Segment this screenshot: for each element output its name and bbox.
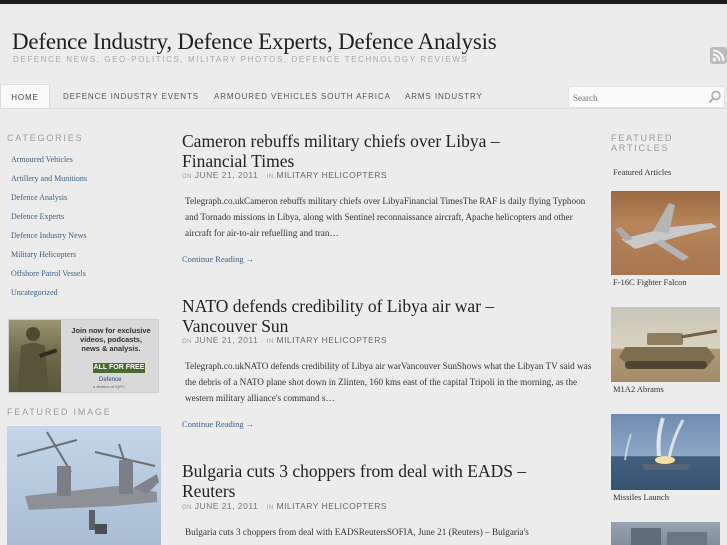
post-category-link[interactable]: MILITARY HELICOPTERS: [276, 335, 387, 345]
ad-cta-badge: ALL FOR FREE: [93, 363, 145, 373]
category-link[interactable]: Armoured Vehicles: [11, 155, 73, 165]
post-date: JUNE 21, 2011: [194, 335, 259, 345]
post-title[interactable]: NATO defends credibility of Libya air wa…: [182, 296, 562, 336]
post-excerpt: Bulgaria cuts 3 choppers from deal with …: [185, 527, 529, 537]
featured-image-widget-title: FEATURED IMAGE: [7, 407, 112, 417]
featured-article-image-missiles[interactable]: [611, 414, 720, 490]
rss-icon[interactable]: [710, 47, 727, 64]
categories-widget-title: CATEGORIES: [7, 133, 84, 143]
meta-on: ON: [182, 505, 192, 511]
post-title-line[interactable]: Bulgaria cuts 3 choppers from deal with …: [182, 461, 562, 481]
featured-article-title[interactable]: F-16C Fighter Falcon: [613, 277, 687, 287]
meta-separator: ·: [261, 173, 264, 180]
category-link[interactable]: Defence Experts: [11, 212, 64, 222]
featured-article-image-ship[interactable]: [611, 522, 720, 545]
widget-title-line: FEATURED: [611, 133, 674, 143]
nav-home[interactable]: HOME: [0, 84, 50, 109]
featured-article-image-f16[interactable]: [611, 191, 720, 275]
header-divider: [0, 108, 727, 109]
featured-article-title[interactable]: M1A2 Abrams: [613, 384, 664, 394]
site-description: DEFENCE NEWS, GEO-POLITICS, MILITARY PHO…: [13, 55, 469, 64]
soldier-image: [9, 320, 61, 392]
meta-in: IN: [266, 339, 274, 345]
search-input[interactable]: [573, 90, 698, 105]
meta-on: ON: [182, 174, 192, 180]
category-link[interactable]: Defence Analysis: [11, 193, 67, 203]
meta-separator: ·: [261, 338, 264, 345]
post-category-link[interactable]: MILITARY HELICOPTERS: [276, 170, 387, 180]
ad-brand-sub: a division of IQPC: [93, 384, 126, 389]
post-date: JUNE 21, 2011: [194, 501, 259, 511]
meta-in: IN: [266, 505, 274, 511]
ad-line: videos, podcasts,: [79, 335, 143, 344]
post-excerpt: Telegraph.co.ukNATO defends credibility …: [185, 361, 592, 403]
post-meta: ON JUNE 21, 2011 · IN MILITARY HELICOPTE…: [182, 170, 387, 182]
post-title-line[interactable]: Financial Times: [182, 151, 562, 171]
search-box: [568, 86, 725, 108]
advertisement-banner[interactable]: Join now for exclusive videos, podcasts,…: [8, 319, 159, 393]
featured-article-title[interactable]: Missiles Launch: [613, 492, 669, 502]
post-category-link[interactable]: MILITARY HELICOPTERS: [276, 501, 387, 511]
category-link[interactable]: Military Helicopters: [11, 250, 76, 260]
main-nav: HOME DEFENCE INDUSTRY EVENTS ARMOURED VE…: [0, 84, 560, 109]
meta-separator: ·: [261, 504, 264, 511]
nav-defence-industry-events[interactable]: DEFENCE INDUSTRY EVENTS: [63, 84, 199, 109]
post-title[interactable]: Cameron rebuffs military chiefs over Lib…: [182, 131, 562, 171]
post-date: JUNE 21, 2011: [194, 170, 259, 180]
post-meta: ON JUNE 21, 2011 · IN MILITARY HELICOPTE…: [182, 335, 387, 347]
post-meta: ON JUNE 21, 2011 · IN MILITARY HELICOPTE…: [182, 501, 387, 513]
meta-on: ON: [182, 339, 192, 345]
nav-armoured-vehicles-south-africa[interactable]: ARMOURED VEHICLES SOUTH AFRICA: [214, 84, 391, 109]
meta-in: IN: [266, 174, 274, 180]
widget-title-line: ARTICLES: [611, 143, 670, 153]
post-title-line[interactable]: Cameron rebuffs military chiefs over Lib…: [182, 131, 562, 151]
continue-reading-link[interactable]: Continue Reading →: [182, 419, 254, 429]
post-title[interactable]: Bulgaria cuts 3 choppers from deal with …: [182, 461, 562, 501]
nav-arms-industry[interactable]: ARMS INDUSTRY: [405, 84, 483, 109]
category-link[interactable]: Offshore Patrol Vessels: [11, 269, 86, 279]
featured-article-image-abrams[interactable]: [611, 307, 720, 382]
category-link[interactable]: Uncategorized: [11, 288, 58, 298]
continue-reading-link[interactable]: Continue Reading →: [182, 254, 254, 264]
post-title-line[interactable]: NATO defends credibility of Libya air wa…: [182, 296, 562, 316]
featured-articles-widget-title: FEATURED ARTICLES: [611, 133, 673, 153]
search-icon[interactable]: [708, 90, 722, 109]
category-link[interactable]: Artillery and Munitions: [11, 174, 87, 184]
ad-brand: Defence: [99, 377, 122, 383]
ad-headline: Join now for exclusive videos, podcasts,…: [65, 326, 157, 353]
post-excerpt: Telegraph.co.ukCameron rebuffs military …: [185, 196, 586, 238]
ad-line: Join now for exclusive: [71, 326, 151, 335]
top-bar: [0, 0, 727, 4]
featured-articles-heading: Featured Articles: [613, 167, 672, 177]
post-title-line[interactable]: Reuters: [182, 481, 562, 501]
category-link[interactable]: Defence Industry News: [11, 231, 87, 241]
site-title[interactable]: Defence Industry, Defence Experts, Defen…: [12, 29, 497, 55]
post-title-line[interactable]: Vancouver Sun: [182, 316, 562, 336]
featured-image-osprey[interactable]: [7, 426, 161, 545]
ad-line: news & analysis.: [81, 344, 141, 353]
